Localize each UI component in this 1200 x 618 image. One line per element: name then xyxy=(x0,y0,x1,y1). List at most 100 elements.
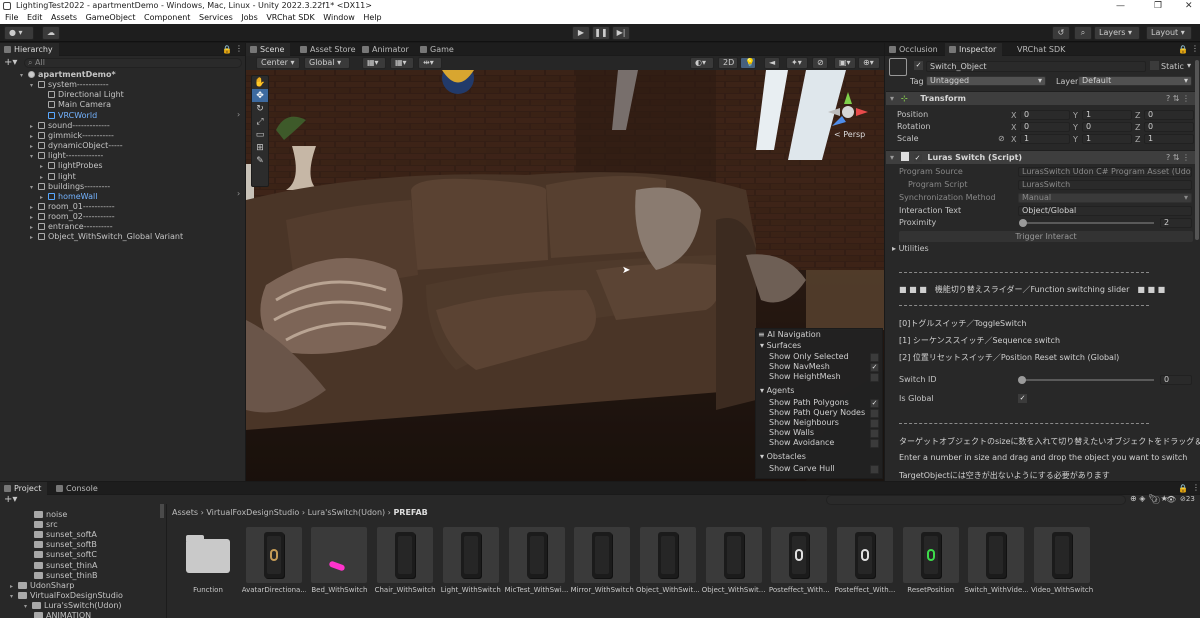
orientation-gizmo[interactable] xyxy=(828,92,868,132)
transform-position-y-input[interactable]: 1 xyxy=(1082,110,1132,120)
rotate-tool-icon[interactable]: ↻ xyxy=(252,102,268,115)
perspective-label[interactable]: < Persp xyxy=(834,130,865,139)
interaction-text-input[interactable]: Object/Global xyxy=(1018,206,1192,216)
more-icon[interactable]: ⋮ xyxy=(235,44,243,53)
folder-arrow-icon[interactable]: ▾ xyxy=(10,592,18,602)
project-folder-item[interactable]: ANIMATION xyxy=(26,611,91,618)
project-folder-item[interactable]: sunset_softC xyxy=(26,550,97,560)
menu-gameobject[interactable]: GameObject xyxy=(86,13,136,22)
script-enabled-checkbox[interactable]: ✓ xyxy=(913,154,922,162)
effects-icon[interactable]: ✦▾ xyxy=(786,57,808,69)
custom-tool-icon[interactable]: ✎ xyxy=(252,154,268,167)
hierarchy-item[interactable]: VRCWorld xyxy=(0,111,97,121)
hierarchy-item[interactable]: ▸ light xyxy=(0,172,76,182)
hierarchy-item[interactable]: ▸ room_01----------- xyxy=(0,202,115,212)
asset-thumbnail[interactable] xyxy=(442,527,499,583)
increment-snap-icon[interactable]: ⇹▾ xyxy=(418,57,442,69)
tab-game[interactable]: Game xyxy=(416,43,460,56)
hierarchy-item[interactable]: Directional Light xyxy=(0,90,124,100)
transform-header[interactable]: ▾ ⊹ Transform ? ⇅ ⋮ xyxy=(886,91,1196,105)
transform-rotation-z-input[interactable]: 0 xyxy=(1144,122,1194,132)
menu-services[interactable]: Services xyxy=(199,13,233,22)
lock-icon[interactable]: 🔒 xyxy=(1178,45,1188,54)
2d-toggle[interactable]: 2D xyxy=(718,57,738,69)
history-icon[interactable]: ↺ xyxy=(1052,26,1070,40)
asset-thumbnail[interactable] xyxy=(245,527,302,583)
hierarchy-item[interactable]: ▾ light------------- xyxy=(0,151,103,161)
breadcrumb-studio[interactable]: VirtualFoxDesignStudio xyxy=(206,508,299,517)
axis-label-y[interactable]: Y xyxy=(1073,111,1078,120)
sync-method-dropdown[interactable]: Manual ▾ xyxy=(1018,193,1192,203)
hierarchy-item[interactable]: ▾ buildings--------- xyxy=(0,182,110,192)
move-tool-icon[interactable]: ✥ xyxy=(252,89,268,102)
close-icon[interactable]: ✕ xyxy=(1185,0,1193,12)
breadcrumb-prefab[interactable]: PREFAB xyxy=(393,508,427,517)
show-navmesh-checkbox[interactable]: ✓ xyxy=(870,363,879,372)
search-icon[interactable]: ⌕ xyxy=(1074,26,1092,40)
transform-rotation-x-input[interactable]: 0 xyxy=(1020,122,1070,132)
layer-dropdown[interactable]: Default ▾ xyxy=(1078,76,1192,86)
show-carve-hull-checkbox[interactable] xyxy=(870,465,879,474)
transform-scale-y-input[interactable]: 1 xyxy=(1082,134,1132,144)
asset-thumbnail[interactable] xyxy=(574,527,631,583)
static-checkbox[interactable] xyxy=(1150,61,1159,70)
tab-console[interactable]: Console xyxy=(52,482,104,495)
project-folder-item[interactable]: ▾ VirtualFoxDesignStudio xyxy=(10,591,123,601)
chevron-right-icon[interactable]: › xyxy=(237,110,240,119)
show-path-polygons-checkbox[interactable]: ✓ xyxy=(870,399,879,408)
play-button[interactable]: ▶ xyxy=(572,26,590,40)
project-folder-item[interactable]: src xyxy=(26,520,58,530)
proximity-slider-track[interactable] xyxy=(1020,222,1154,224)
transform-position-z-input[interactable]: 0 xyxy=(1144,110,1194,120)
program-script-field[interactable]: LurasSwitch xyxy=(1018,180,1192,190)
asset-thumbnail[interactable] xyxy=(1034,527,1091,583)
tag-dropdown[interactable]: Untagged ▾ xyxy=(926,76,1046,86)
axis-label-z[interactable]: Z xyxy=(1135,135,1140,144)
menu-window[interactable]: Window xyxy=(323,13,355,22)
hierarchy-item[interactable]: ▸ dynamicObject----- xyxy=(0,141,123,151)
static-dropdown-icon[interactable]: ▾ xyxy=(1187,61,1191,70)
pause-button[interactable]: ❚❚ xyxy=(592,26,610,40)
scale-tool-icon[interactable]: ⤢ xyxy=(252,115,268,128)
hidden-objects-icon[interactable]: ⊘ xyxy=(812,57,828,69)
hierarchy-item[interactable]: ▸ room_02----------- xyxy=(0,212,115,222)
axis-label-z[interactable]: Z xyxy=(1135,111,1140,120)
space-dropdown[interactable]: Global ▾ xyxy=(304,57,350,69)
axis-label-z[interactable]: Z xyxy=(1135,123,1140,132)
section-obstacles[interactable]: ▾ Obstacles xyxy=(760,452,806,462)
hierarchy-item[interactable]: ▸ Object_WithSwitch_Global Variant xyxy=(0,232,183,242)
project-tree-scrollbar[interactable] xyxy=(160,504,164,518)
asset-label[interactable]: Video_WithSwitch xyxy=(1030,586,1094,594)
hierarchy-search-input[interactable]: ⌕ All xyxy=(24,58,242,68)
asset-label[interactable]: Chair_WithSwitch xyxy=(373,586,437,594)
project-folder-item[interactable]: ▸ UdonSharp xyxy=(10,581,74,591)
hierarchy-item[interactable]: ▸ entrance---------- xyxy=(0,222,113,232)
menu-assets[interactable]: Assets xyxy=(51,13,77,22)
hierarchy-item[interactable]: ▸ lightProbes xyxy=(0,161,103,171)
breadcrumb-switch[interactable]: Lura'sSwitch(Udon) xyxy=(308,508,386,517)
asset-thumbnail[interactable] xyxy=(705,527,762,583)
transform-position-x-input[interactable]: 0 xyxy=(1020,110,1070,120)
rect-tool-icon[interactable]: ▭ xyxy=(252,128,268,141)
transform-rotation-y-input[interactable]: 0 xyxy=(1082,122,1132,132)
minimize-icon[interactable]: — xyxy=(1116,0,1125,12)
layout-dropdown[interactable]: Layout ▾ xyxy=(1146,26,1192,40)
tab-inspector[interactable]: Inspector xyxy=(945,43,1003,56)
add-icon[interactable]: +▾ xyxy=(4,57,17,68)
tab-animator[interactable]: Animator xyxy=(358,43,415,56)
transform-scale-z-input[interactable]: 1 xyxy=(1144,134,1194,144)
show-path-query-nodes-checkbox[interactable] xyxy=(870,409,879,418)
switch-id-slider-track[interactable] xyxy=(1020,379,1154,381)
asset-label[interactable]: Bed_WithSwitch xyxy=(307,586,371,594)
switch-id-slider-thumb[interactable] xyxy=(1018,376,1026,384)
hierarchy-item[interactable]: ▸ homeWall xyxy=(0,192,97,202)
asset-thumbnail[interactable] xyxy=(311,527,368,583)
asset-thumbnail[interactable] xyxy=(771,527,828,583)
project-folder-item[interactable]: sunset_thinA xyxy=(26,561,98,571)
step-button[interactable]: ▶| xyxy=(612,26,630,40)
menu-help[interactable]: Help xyxy=(363,13,381,22)
hidden-packages-icon[interactable]: ⓘ xyxy=(1152,495,1160,506)
proximity-slider-thumb[interactable] xyxy=(1019,219,1027,227)
tab-vrchat-sdk[interactable]: VRChat SDK xyxy=(1003,43,1071,56)
asset-label[interactable]: MicTest_WithSwi... xyxy=(505,586,569,594)
